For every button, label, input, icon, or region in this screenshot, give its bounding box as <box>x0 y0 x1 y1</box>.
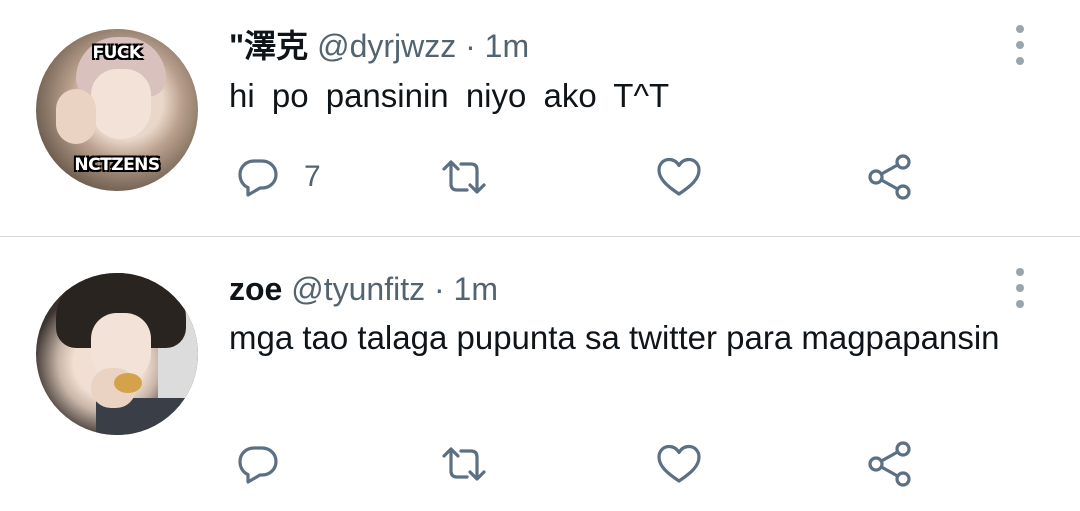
tweet-header: ʺ澤克 @dyrjwzz · 1m <box>229 27 529 65</box>
display-name[interactable]: ʺ澤克 <box>229 28 308 64</box>
reply-icon <box>238 446 278 484</box>
user-handle[interactable]: @tyunfitz <box>291 271 425 307</box>
retweet-icon <box>442 160 486 194</box>
reply-button[interactable] <box>234 439 304 489</box>
separator-dot: · <box>465 28 476 64</box>
avatar-top-caption: FUCK <box>92 43 142 63</box>
share-icon <box>868 441 911 487</box>
retweet-button[interactable] <box>440 439 488 489</box>
reply-button[interactable]: 7 <box>234 152 321 202</box>
avatar-snack <box>114 373 142 393</box>
share-icon <box>868 154 911 200</box>
more-icon[interactable] <box>1005 268 1035 308</box>
separator-dot: · <box>433 271 445 307</box>
tweet-text: hi po pansinin niyo ako T^T <box>229 77 670 114</box>
tweet-header: zoe @tyunfitz · 1m <box>229 270 498 308</box>
tweet[interactable]: zoe @tyunfitz · 1m mga tao talaga pupunt… <box>0 237 1080 511</box>
display-name[interactable]: zoe <box>229 271 282 307</box>
tweet[interactable]: FUCK NCTZENS ʺ澤克 @dyrjwzz · 1m hi po pan… <box>0 0 1080 236</box>
tweet-text: mga tao talaga pupunta sa twitter para m… <box>229 319 1000 356</box>
tweet-actions <box>0 439 1080 489</box>
reply-icon <box>238 159 278 197</box>
user-handle[interactable]: @dyrjwzz <box>317 28 456 64</box>
share-button[interactable] <box>866 152 914 202</box>
like-icon <box>657 157 701 196</box>
like-icon <box>657 444 701 483</box>
like-button[interactable] <box>655 439 703 489</box>
avatar-face <box>91 69 151 139</box>
timestamp[interactable]: 1m <box>454 271 498 307</box>
share-button[interactable] <box>866 439 914 489</box>
tweet-actions: 7 <box>0 152 1080 202</box>
retweet-button[interactable] <box>440 152 488 202</box>
more-icon[interactable] <box>1005 25 1035 65</box>
like-button[interactable] <box>655 152 703 202</box>
retweet-icon <box>442 447 486 481</box>
avatar-hand <box>56 89 96 144</box>
timestamp[interactable]: 1m <box>485 28 529 64</box>
avatar[interactable] <box>36 273 198 435</box>
reply-count: 7 <box>304 160 321 193</box>
